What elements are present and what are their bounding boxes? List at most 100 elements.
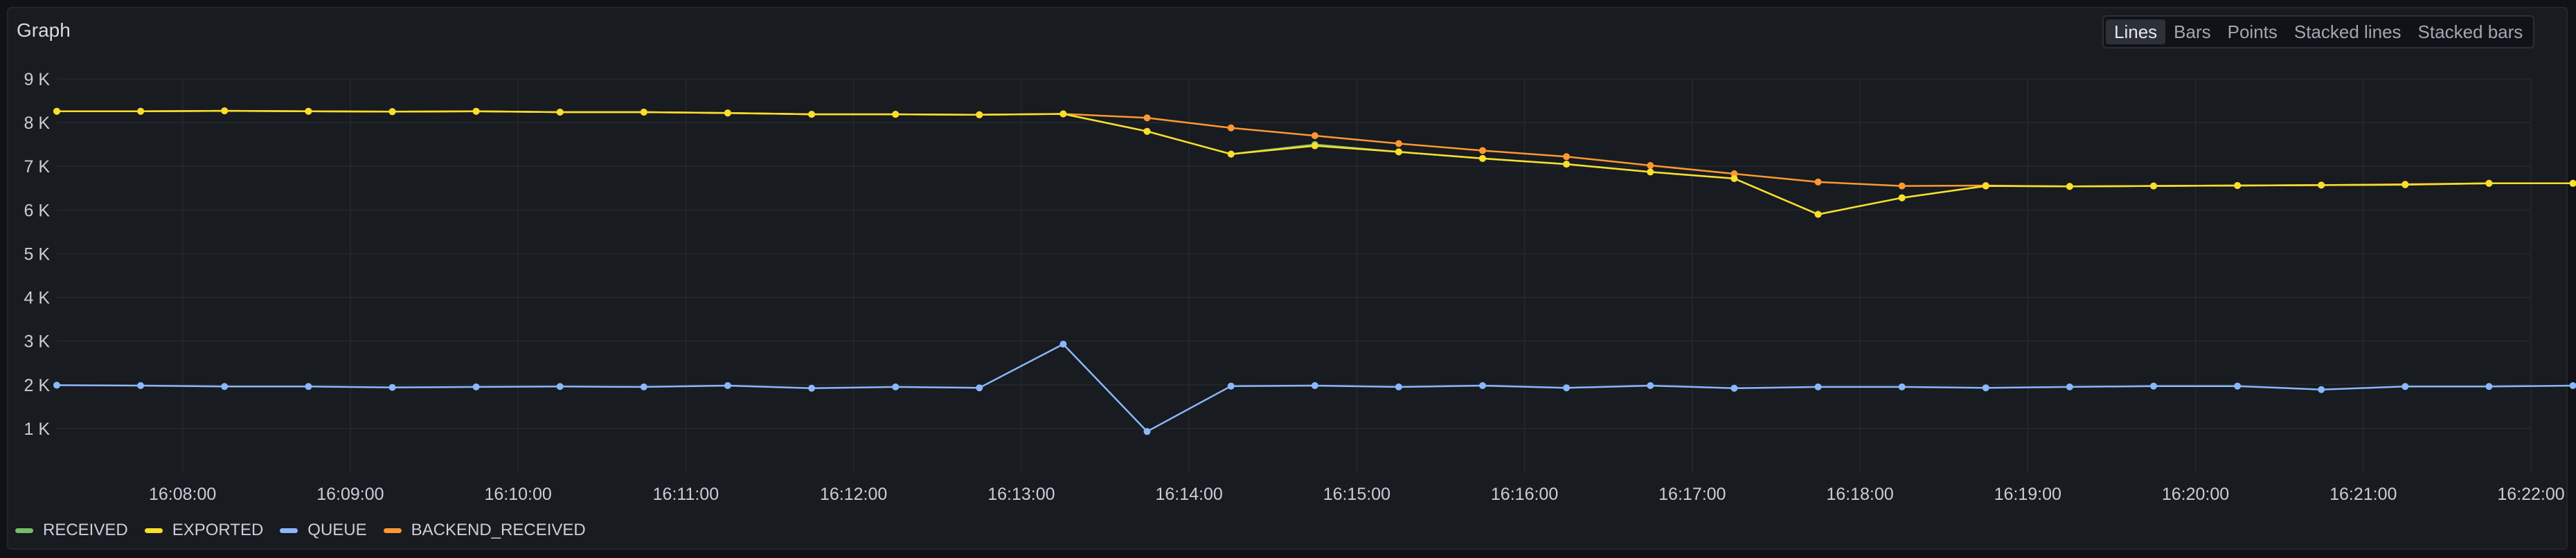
data-point-queue <box>1311 382 1318 389</box>
data-point-exported <box>1311 142 1318 150</box>
data-point-backend-received <box>1563 153 1571 161</box>
y-tick-label: 1 K <box>24 420 50 439</box>
data-point-queue <box>1982 384 1989 392</box>
data-point-queue <box>137 382 145 389</box>
data-point-exported <box>2318 181 2325 189</box>
data-point-exported <box>472 107 480 115</box>
data-point-queue <box>556 383 564 390</box>
x-tick-label: 16:15:00 <box>1323 485 1390 504</box>
x-tick-label: 16:19:00 <box>1994 485 2061 504</box>
data-point-backend-received <box>1143 114 1151 122</box>
data-point-queue <box>1730 384 1738 392</box>
data-point-exported <box>724 109 731 117</box>
data-point-queue <box>1143 428 1151 435</box>
data-point-queue <box>808 384 816 392</box>
y-tick-label: 4 K <box>24 289 50 308</box>
data-point-exported <box>556 109 564 116</box>
data-point-exported <box>1982 182 1989 190</box>
data-point-queue <box>2066 383 2073 390</box>
legend: RECEIVED EXPORTED QUEUE BACKEND_RECEIVED <box>15 521 586 540</box>
legend-label-queue: QUEUE <box>307 521 367 539</box>
data-point-exported <box>53 107 60 115</box>
data-point-exported <box>1395 148 1402 156</box>
data-point-queue <box>2569 382 2576 389</box>
y-tick-label: 3 K <box>24 332 50 352</box>
data-point-exported <box>2401 181 2409 188</box>
data-point-exported <box>137 107 145 115</box>
data-point-exported <box>2150 182 2157 190</box>
x-tick-label: 16:16:00 <box>1491 485 1558 504</box>
data-point-queue <box>1814 383 1822 390</box>
data-point-exported <box>1563 161 1571 168</box>
legend-item-queue[interactable]: QUEUE <box>280 521 367 540</box>
data-point-exported <box>305 107 312 115</box>
legend-swatch-received <box>15 528 33 533</box>
y-tick-label: 9 K <box>24 70 50 89</box>
data-point-exported <box>1227 150 1235 158</box>
data-point-exported <box>388 108 396 116</box>
data-point-exported <box>221 107 229 115</box>
x-tick-label: 16:12:00 <box>820 485 887 504</box>
y-tick-label: 7 K <box>24 157 50 177</box>
legend-label-backend-received: BACKEND_RECEIVED <box>411 521 586 539</box>
legend-label-exported: EXPORTED <box>172 521 264 539</box>
data-point-queue <box>1395 383 1402 390</box>
data-point-backend-received <box>1227 124 1235 132</box>
data-point-exported <box>892 111 900 118</box>
data-point-queue <box>1479 382 1486 389</box>
data-point-queue <box>1563 384 1571 392</box>
y-tick-label: 2 K <box>24 376 50 395</box>
data-point-exported <box>1898 194 1906 201</box>
data-point-backend-received <box>1311 132 1318 139</box>
data-point-queue <box>2401 383 2409 390</box>
x-tick-label: 16:17:00 <box>1658 485 1726 504</box>
data-point-exported <box>2234 182 2242 189</box>
x-tick-label: 16:20:00 <box>2162 485 2229 504</box>
data-point-backend-received <box>1898 182 1906 190</box>
x-tick-label: 16:10:00 <box>484 485 551 504</box>
data-point-exported <box>2485 179 2493 187</box>
data-point-queue <box>724 382 731 389</box>
data-point-exported <box>1647 168 1654 176</box>
data-point-queue <box>1227 382 1235 390</box>
data-point-queue <box>472 383 480 390</box>
x-tick-label: 16:08:00 <box>149 485 216 504</box>
data-point-queue <box>388 384 396 391</box>
legend-swatch-exported <box>144 528 163 533</box>
data-point-queue <box>2318 386 2325 393</box>
data-point-queue <box>976 384 983 392</box>
data-point-exported <box>1814 210 1822 218</box>
y-tick-label: 5 K <box>24 244 50 264</box>
data-point-queue <box>305 383 312 390</box>
legend-label-received: RECEIVED <box>43 521 128 539</box>
data-point-backend-received <box>1395 140 1402 147</box>
data-point-exported <box>1059 110 1067 118</box>
x-tick-label: 16:18:00 <box>1826 485 1893 504</box>
data-point-queue <box>1647 382 1654 389</box>
data-point-exported <box>2066 183 2073 190</box>
data-point-queue <box>892 383 900 390</box>
data-point-queue <box>640 383 647 390</box>
data-point-queue <box>2150 382 2157 390</box>
x-tick-label: 16:11:00 <box>653 485 719 504</box>
y-tick-label: 6 K <box>24 201 50 220</box>
data-point-queue <box>53 381 60 389</box>
legend-swatch-backend-received <box>383 528 402 533</box>
data-point-backend-received <box>1647 162 1654 169</box>
data-point-backend-received <box>1814 178 1822 186</box>
legend-item-exported[interactable]: EXPORTED <box>144 521 264 540</box>
data-point-queue <box>2485 383 2493 390</box>
data-point-queue <box>1898 383 1906 390</box>
data-point-queue <box>1059 341 1067 348</box>
x-tick-label: 16:13:00 <box>987 485 1055 504</box>
y-tick-label: 8 K <box>24 114 50 133</box>
data-point-queue <box>2234 382 2242 390</box>
data-point-exported <box>1730 174 1738 182</box>
x-tick-label: 16:09:00 <box>316 485 384 504</box>
data-point-exported <box>808 111 816 118</box>
legend-item-received[interactable]: RECEIVED <box>15 521 128 540</box>
data-point-exported <box>2569 179 2576 187</box>
data-point-exported <box>1479 154 1486 162</box>
x-tick-label: 16:14:00 <box>1155 485 1222 504</box>
legend-item-backend-received[interactable]: BACKEND_RECEIVED <box>383 521 586 540</box>
